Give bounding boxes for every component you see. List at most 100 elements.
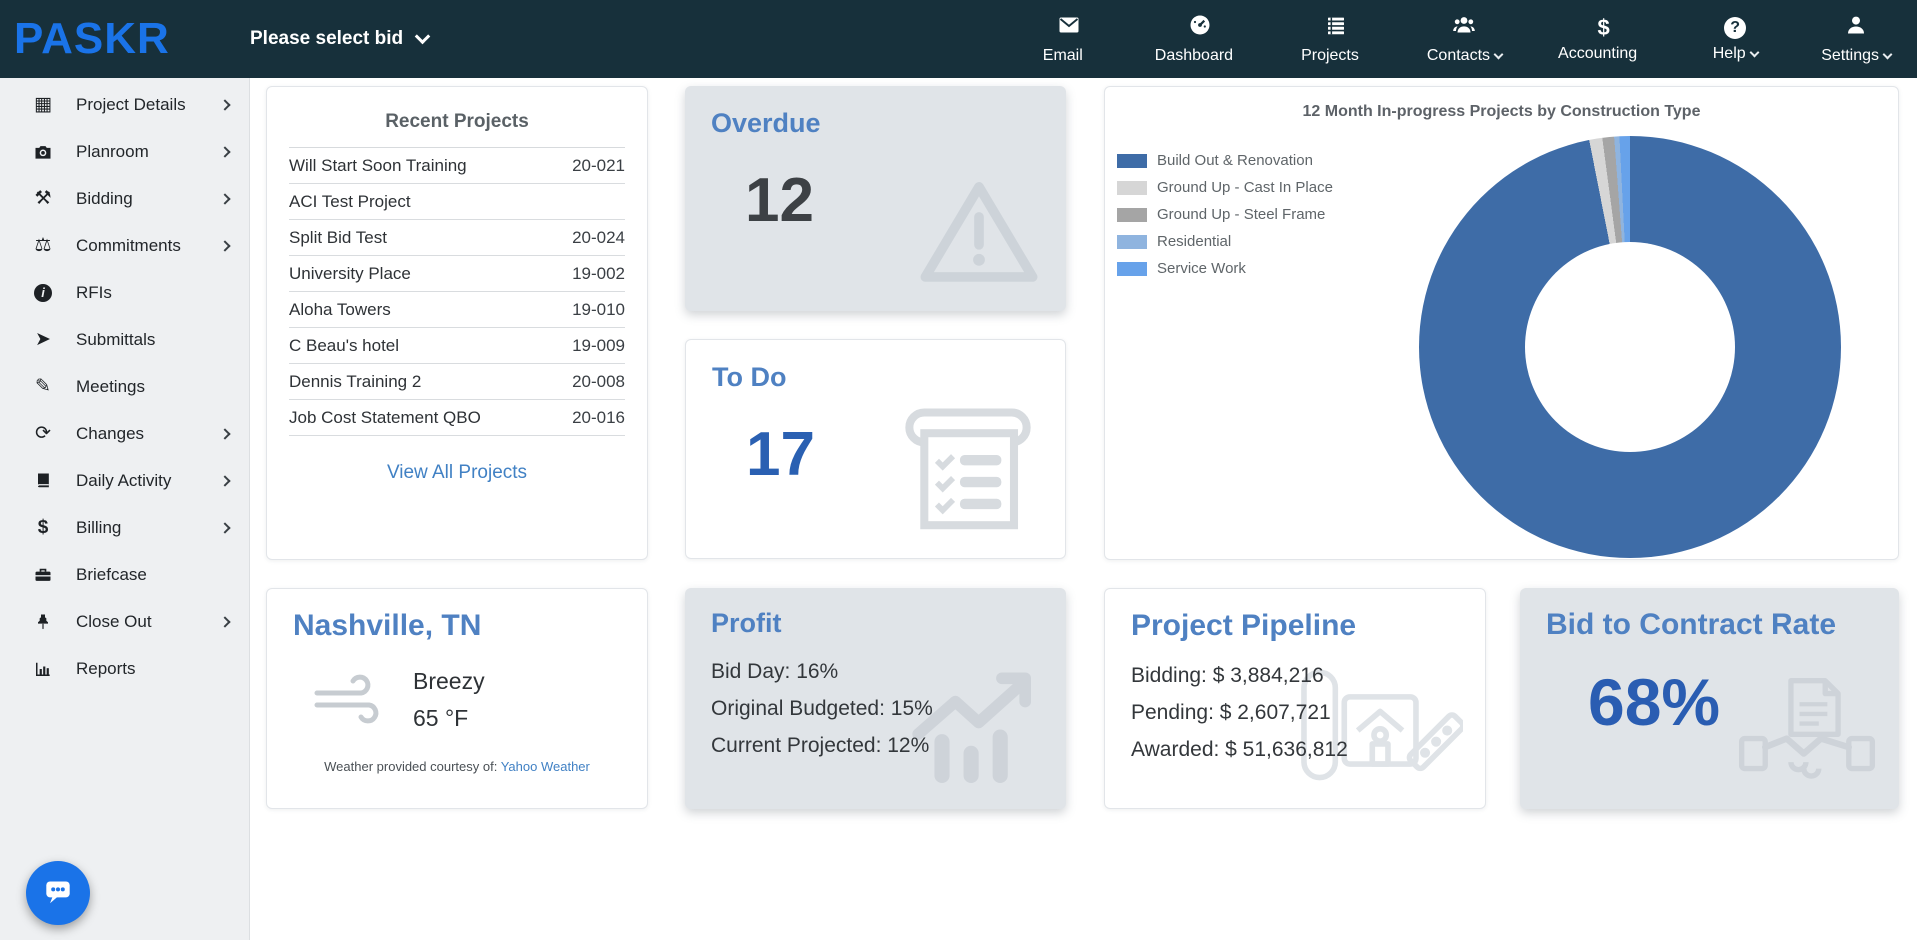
pencil-icon: ✎ xyxy=(30,375,56,398)
info-icon: i xyxy=(30,284,56,302)
table-row[interactable]: ACI Test Project xyxy=(289,184,625,220)
project-number: 20-021 xyxy=(572,156,625,176)
nav-item-email[interactable]: Email xyxy=(1039,13,1099,65)
legend-swatch xyxy=(1117,208,1147,222)
sidebar-item-label: Changes xyxy=(76,424,221,444)
contacts-icon xyxy=(1452,13,1476,42)
chevron-right-icon xyxy=(219,428,230,439)
todo-card: To Do 17 xyxy=(685,339,1066,559)
project-number: 20-008 xyxy=(572,372,625,392)
nav-item-dashboard[interactable]: Dashboard xyxy=(1155,13,1245,65)
sidebar-item-billing[interactable]: $ Billing xyxy=(0,504,249,551)
sidebar-item-label: Billing xyxy=(76,518,221,538)
recent-projects-title: Recent Projects xyxy=(289,87,625,148)
bid-selector-label: Please select bid xyxy=(250,28,403,50)
chevron-right-icon xyxy=(219,475,230,486)
dollar-icon: $ xyxy=(1597,16,1609,40)
chat-bubble-icon xyxy=(41,874,75,913)
nav-item-help[interactable]: ? Help xyxy=(1705,16,1765,63)
legend-swatch xyxy=(1117,154,1147,168)
warning-triangle-icon xyxy=(914,174,1044,297)
sidebar-item-project-details[interactable]: ▦ Project Details xyxy=(0,81,249,128)
sync-icon: ⟳ xyxy=(30,422,56,445)
project-name: University Place xyxy=(289,264,411,284)
legend-swatch xyxy=(1117,235,1147,249)
project-number: 19-010 xyxy=(572,300,625,320)
todo-checklist-icon xyxy=(893,401,1043,544)
yahoo-weather-link[interactable]: Yahoo Weather xyxy=(501,759,590,774)
table-row[interactable]: C Beau's hotel19-009 xyxy=(289,328,625,364)
handshake-document-icon xyxy=(1737,670,1877,795)
projects-icon xyxy=(1324,13,1348,42)
chat-fab-button[interactable] xyxy=(26,861,90,925)
sidebar-item-planroom[interactable]: Planroom xyxy=(0,128,249,175)
sidebar-item-label: Submittals xyxy=(76,330,221,350)
sidebar-item-commitments[interactable]: ⚖ Commitments xyxy=(0,222,249,269)
sidebar-item-label: Commitments xyxy=(76,236,221,256)
bid-to-contract-rate-card: Bid to Contract Rate 68% xyxy=(1520,588,1899,809)
chevron-down-icon xyxy=(415,28,431,44)
project-name: Aloha Towers xyxy=(289,300,391,320)
profit-current-projected: Current Projected: 12% xyxy=(711,727,1040,764)
sidebar-item-label: Reports xyxy=(76,659,221,679)
chevron-right-icon xyxy=(219,193,230,204)
dashboard-icon xyxy=(1188,13,1212,42)
sidebar-item-submittals[interactable]: ➤ Submittals xyxy=(0,316,249,363)
sidebar-item-changes[interactable]: ⟳ Changes xyxy=(0,410,249,457)
pipeline-pending: Pending: $ 2,607,721 xyxy=(1131,694,1459,731)
project-number: 19-002 xyxy=(572,264,625,284)
table-row[interactable]: Job Cost Statement QBO20-016 xyxy=(289,400,625,436)
chevron-right-icon xyxy=(219,522,230,533)
caret-icon xyxy=(1749,47,1759,57)
project-name: ACI Test Project xyxy=(289,192,411,212)
bid-selector-dropdown[interactable]: Please select bid xyxy=(250,28,428,50)
table-row[interactable]: Will Start Soon Training 20-021 xyxy=(289,148,625,184)
project-name: Will Start Soon Training xyxy=(289,156,467,176)
pipeline-bidding: Bidding: $ 3,884,216 xyxy=(1131,657,1459,694)
sidebar-item-briefcase[interactable]: Briefcase xyxy=(0,551,249,598)
profit-title: Profit xyxy=(711,608,1040,639)
paskr-logo: PASKR xyxy=(0,14,228,64)
nav-label: Help xyxy=(1713,45,1746,63)
profit-original-budgeted: Original Budgeted: 15% xyxy=(711,690,1040,727)
sidebar-item-meetings[interactable]: ✎ Meetings xyxy=(0,363,249,410)
profit-card: Profit Bid Day: 16% Original Budgeted: 1… xyxy=(685,588,1066,809)
table-row[interactable]: Split Bid Test 20-024 xyxy=(289,220,625,256)
project-name: Dennis Training 2 xyxy=(289,372,421,392)
main-content: Recent Projects Will Start Soon Training… xyxy=(250,78,1917,940)
sidebar-item-daily-activity[interactable]: Daily Activity xyxy=(0,457,249,504)
table-row[interactable]: University Place 19-002 xyxy=(289,256,625,292)
sidebar-item-bidding[interactable]: ⚒ Bidding xyxy=(0,175,249,222)
project-name: Job Cost Statement QBO xyxy=(289,408,481,428)
pipeline-title: Project Pipeline xyxy=(1131,609,1459,643)
camera-icon xyxy=(30,142,56,162)
project-number: 20-024 xyxy=(572,228,625,248)
scales-icon: ⚖ xyxy=(30,234,56,257)
sidebar-item-close-out[interactable]: Close Out xyxy=(0,598,249,645)
weather-condition: Breezy xyxy=(413,663,485,700)
nav-item-projects[interactable]: Projects xyxy=(1301,13,1371,65)
sidebar-item-rfis[interactable]: i RFIs xyxy=(0,269,249,316)
chart-title: 12 Month In-progress Projects by Constru… xyxy=(1105,103,1898,121)
sidebar-item-label: Project Details xyxy=(76,95,221,115)
legend-item: Build Out & Renovation xyxy=(1117,147,1333,174)
bar-chart-icon xyxy=(30,659,56,679)
view-all-projects-link[interactable]: View All Projects xyxy=(289,462,625,484)
chevron-right-icon xyxy=(219,146,230,157)
legend-item: Ground Up - Steel Frame xyxy=(1117,201,1333,228)
weather-city: Nashville, TN xyxy=(293,609,621,643)
table-row[interactable]: Dennis Training 2 20-008 xyxy=(289,364,625,400)
overdue-title: Overdue xyxy=(711,108,1040,139)
nav-item-contacts[interactable]: Contacts xyxy=(1427,13,1502,65)
nav-item-settings[interactable]: Settings xyxy=(1821,13,1891,65)
construction-type-chart-card: 12 Month In-progress Projects by Constru… xyxy=(1104,86,1899,560)
table-row[interactable]: Aloha Towers 19-010 xyxy=(289,292,625,328)
overdue-card: Overdue 12 xyxy=(685,86,1066,311)
chevron-right-icon xyxy=(219,99,230,110)
sidebar: ▦ Project Details Planroom ⚒ Bidding ⚖ C… xyxy=(0,78,250,940)
sidebar-item-reports[interactable]: Reports xyxy=(0,645,249,692)
briefcase-icon xyxy=(30,565,56,585)
paper-plane-icon: ➤ xyxy=(30,328,56,351)
project-name: Split Bid Test xyxy=(289,228,387,248)
nav-item-accounting[interactable]: $ Accounting xyxy=(1558,16,1649,63)
